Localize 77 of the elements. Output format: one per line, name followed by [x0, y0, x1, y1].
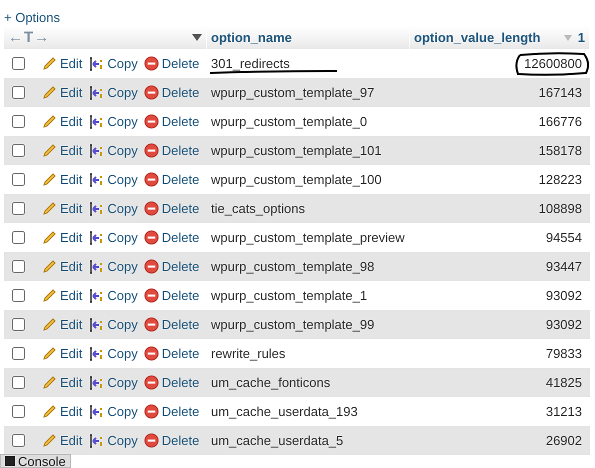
- copy-link[interactable]: Copy: [88, 346, 138, 362]
- delete-link[interactable]: Delete: [144, 288, 200, 303]
- copy-link[interactable]: Copy: [88, 56, 138, 72]
- table-cell-text: wpurp_custom_template_preview: [210, 230, 406, 245]
- copy-link[interactable]: Copy: [88, 374, 138, 390]
- table-cell-text: wpurp_custom_template_0: [210, 114, 368, 129]
- copy-link[interactable]: Copy: [88, 200, 138, 216]
- delete-link[interactable]: Delete: [144, 172, 200, 187]
- edit-link[interactable]: Edit: [41, 84, 82, 100]
- edit-link[interactable]: Edit: [41, 316, 82, 332]
- delete-link[interactable]: Delete: [144, 317, 200, 332]
- delete-link[interactable]: Delete: [144, 259, 200, 274]
- console-button[interactable]: Console: [0, 454, 71, 468]
- table-cell: 31213: [546, 404, 582, 419]
- table-cell: 93447: [546, 259, 582, 274]
- table-cell-text: wpurp_custom_template_101: [210, 143, 383, 158]
- table-cell-text: wpurp_custom_template_98: [210, 259, 376, 274]
- sort-order: 1: [578, 30, 585, 45]
- copy-link[interactable]: Copy: [88, 114, 138, 130]
- table-cell: 166776: [538, 114, 582, 129]
- table-cell: 167143: [538, 85, 582, 100]
- column-header[interactable]: option_name: [207, 26, 410, 49]
- edit-link[interactable]: Edit: [41, 172, 82, 188]
- table-cell-text: tie_cats_options: [210, 201, 306, 216]
- table-cell: 158178: [538, 143, 582, 158]
- delete-link[interactable]: Delete: [144, 201, 200, 216]
- table-cell-text: wpurp_custom_template_99: [210, 317, 376, 332]
- edit-link[interactable]: Edit: [41, 230, 82, 246]
- copy-link[interactable]: Copy: [88, 404, 138, 420]
- edit-link[interactable]: Edit: [41, 56, 82, 72]
- delete-link[interactable]: Delete: [144, 346, 200, 361]
- edit-link[interactable]: Edit: [41, 142, 82, 158]
- table-cell-text: rewrite_rules: [210, 346, 286, 361]
- delete-link[interactable]: Delete: [144, 375, 200, 390]
- table-cell: 94554: [546, 230, 582, 245]
- table-cell: 12600800: [524, 56, 582, 71]
- table-cell: 93092: [546, 288, 582, 303]
- copy-link[interactable]: Copy: [88, 172, 138, 188]
- table-cell-text: wpurp_custom_template_1: [210, 288, 368, 303]
- delete-link[interactable]: Delete: [144, 404, 200, 419]
- table-cell-text: um_cache_fonticons: [210, 375, 332, 390]
- delete-link[interactable]: Delete: [144, 230, 200, 245]
- column-header-label[interactable]: option_value_length: [414, 30, 540, 45]
- table-cell: 128223: [538, 172, 582, 187]
- column-header-label[interactable]: option_name: [211, 30, 292, 45]
- copy-link[interactable]: Copy: [88, 84, 138, 100]
- edit-link[interactable]: Edit: [41, 258, 82, 274]
- copy-link[interactable]: Copy: [88, 316, 138, 332]
- copy-link[interactable]: Copy: [88, 142, 138, 158]
- table-cell: 93092: [546, 317, 582, 332]
- edit-link[interactable]: Edit: [41, 200, 82, 216]
- edit-link[interactable]: Edit: [41, 432, 82, 448]
- delete-link[interactable]: Delete: [144, 114, 200, 129]
- table-cell: 108898: [538, 201, 582, 216]
- copy-link[interactable]: Copy: [88, 288, 138, 304]
- table-cell-text: 301_redirects: [210, 56, 291, 71]
- table-cell-text: um_cache_userdata_5: [210, 433, 344, 448]
- edit-link[interactable]: Edit: [41, 346, 82, 362]
- copy-link[interactable]: Copy: [88, 432, 138, 448]
- copy-link[interactable]: Copy: [88, 258, 138, 274]
- copy-link[interactable]: Copy: [88, 230, 138, 246]
- edit-link[interactable]: Edit: [41, 288, 82, 304]
- delete-link[interactable]: Delete: [144, 56, 200, 71]
- delete-link[interactable]: Delete: [144, 433, 200, 448]
- table-cell-text: wpurp_custom_template_100: [210, 172, 383, 187]
- edit-link[interactable]: Edit: [41, 404, 82, 420]
- delete-link[interactable]: Delete: [144, 143, 200, 158]
- table-cell-text: wpurp_custom_template_97: [210, 85, 376, 100]
- edit-link[interactable]: Edit: [41, 374, 82, 390]
- table-cell: 79833: [546, 346, 582, 361]
- delete-link[interactable]: Delete: [144, 85, 200, 100]
- table-cell-text: um_cache_userdata_193: [210, 404, 359, 419]
- table-cell: 26902: [546, 433, 582, 448]
- options-link[interactable]: + Options: [4, 10, 60, 25]
- column-header[interactable]: option_value_length 1: [410, 26, 590, 49]
- table-cell: 41825: [546, 375, 582, 390]
- edit-link[interactable]: Edit: [41, 114, 82, 130]
